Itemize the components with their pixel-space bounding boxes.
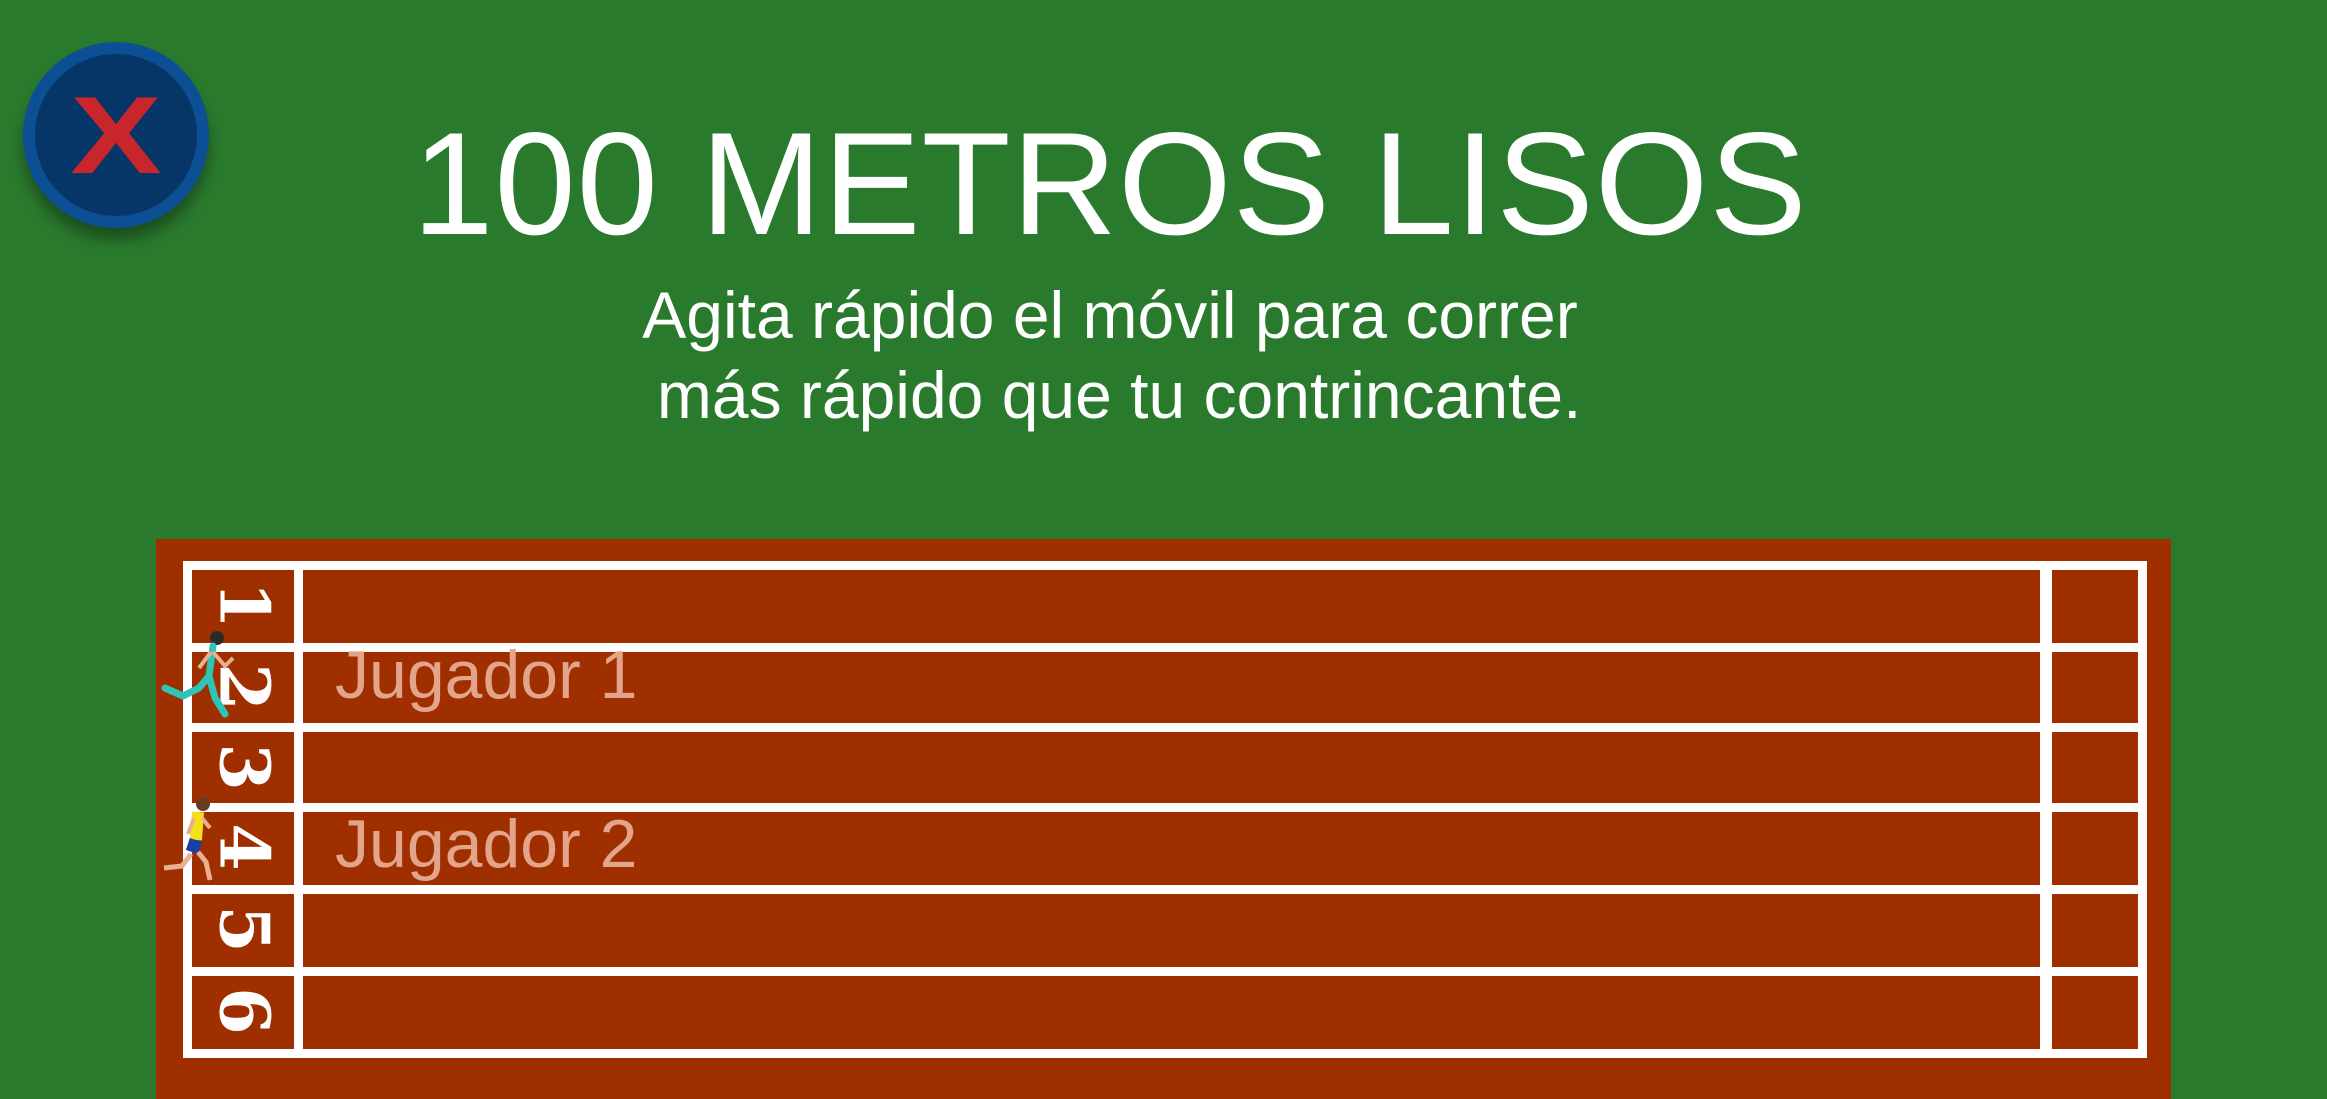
instructions-line-2: más rápido que tu contrincante. — [638, 358, 1582, 432]
player-2-label: Jugador 2 — [335, 806, 638, 882]
instructions-line-1: Agita rápido el móvil para correr — [642, 278, 1578, 352]
start-divider — [294, 561, 303, 1057]
lane-line — [183, 723, 2147, 732]
lane-line — [183, 561, 2147, 570]
runner-yellow-icon — [163, 797, 213, 881]
lane-line — [183, 967, 2147, 976]
lane-line — [183, 885, 2147, 894]
finish-line — [2040, 561, 2052, 1057]
lane-line — [183, 1049, 2147, 1058]
runner-teal-icon — [161, 631, 235, 718]
lane-number-5: 5 — [203, 904, 284, 953]
page-title: 100 METROS LISOS — [412, 102, 1808, 265]
instructions: Agita rápido el móvil para correr más rá… — [0, 275, 2220, 435]
track-border-right — [2138, 561, 2147, 1057]
lane-number-6: 6 — [203, 986, 284, 1035]
player-1-label: Jugador 1 — [335, 637, 638, 713]
